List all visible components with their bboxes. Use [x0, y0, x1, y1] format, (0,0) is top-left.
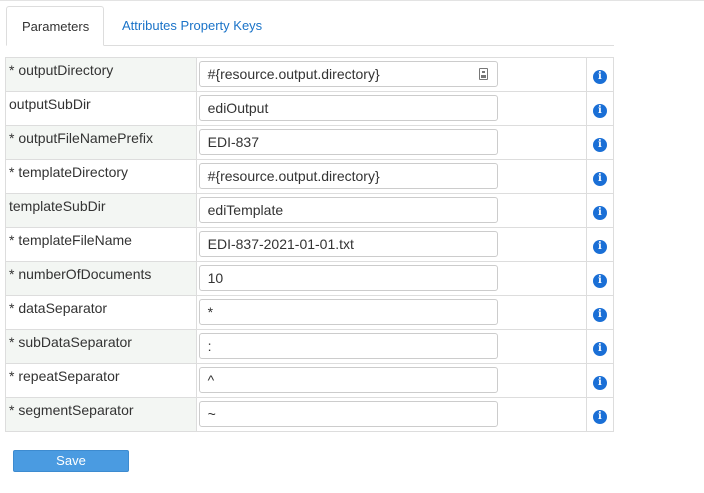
param-row-template-file-name: * templateFileName EDI-837-2021-01-01.tx…	[5, 227, 615, 262]
field-value: #{resource.output.directory}	[207, 66, 380, 82]
param-label: * templateFileName	[5, 227, 197, 262]
param-row-template-sub-dir: templateSubDir ediTemplate i	[5, 193, 615, 228]
tab-bar: Parameters Attributes Property Keys	[6, 6, 614, 46]
info-icon[interactable]: i	[592, 103, 607, 118]
output-sub-dir-input[interactable]: ediOutput	[198, 95, 498, 121]
info-icon[interactable]: i	[592, 375, 607, 390]
param-row-template-directory: * templateDirectory #{resource.output.di…	[5, 159, 615, 194]
info-icon[interactable]: i	[592, 273, 607, 288]
param-row-segment-separator: * segmentSeparator ~ i	[5, 397, 615, 432]
param-label: * outputDirectory	[5, 57, 197, 92]
param-label: * templateDirectory	[5, 159, 197, 194]
param-label: templateSubDir	[5, 193, 197, 228]
param-label: * repeatSeparator	[5, 363, 197, 398]
param-row-output-sub-dir: outputSubDir ediOutput i	[5, 91, 615, 126]
info-icon[interactable]: i	[592, 69, 607, 84]
template-file-name-input[interactable]: EDI-837-2021-01-01.txt	[198, 231, 498, 257]
info-icon[interactable]: i	[592, 341, 607, 356]
param-label: * subDataSeparator	[5, 329, 197, 364]
param-label: * segmentSeparator	[5, 397, 197, 432]
info-icon[interactable]: i	[592, 239, 607, 254]
info-icon[interactable]: i	[592, 171, 607, 186]
param-label: * numberOfDocuments	[5, 261, 197, 296]
output-file-name-prefix-input[interactable]: EDI-837	[198, 129, 498, 155]
param-row-repeat-separator: * repeatSeparator ^ i	[5, 363, 615, 398]
param-row-output-file-name-prefix: * outputFileNamePrefix EDI-837 i	[5, 125, 615, 160]
info-icon[interactable]: i	[592, 205, 607, 220]
data-separator-input[interactable]: *	[198, 299, 498, 325]
info-icon[interactable]: i	[592, 307, 607, 322]
param-row-data-separator: * dataSeparator * i	[5, 295, 615, 330]
param-row-sub-data-separator: * subDataSeparator : i	[5, 329, 615, 364]
save-button[interactable]: Save	[13, 450, 129, 472]
resource-picker-icon[interactable]	[478, 68, 488, 80]
param-row-output-directory: * outputDirectory #{resource.output.dire…	[5, 57, 615, 92]
info-icon[interactable]: i	[592, 137, 607, 152]
tab-parameters[interactable]: Parameters	[6, 6, 104, 46]
top-divider	[0, 0, 704, 1]
info-icon[interactable]: i	[592, 409, 607, 424]
tab-attributes-property-keys[interactable]: Attributes Property Keys	[107, 6, 277, 45]
param-label: * outputFileNamePrefix	[5, 125, 197, 160]
number-of-documents-input[interactable]: 10	[198, 265, 498, 291]
param-row-number-of-documents: * numberOfDocuments 10 i	[5, 261, 615, 296]
repeat-separator-input[interactable]: ^	[198, 367, 498, 393]
template-directory-input[interactable]: #{resource.output.directory}	[198, 163, 498, 189]
param-label: outputSubDir	[5, 91, 197, 126]
segment-separator-input[interactable]: ~	[198, 401, 498, 427]
sub-data-separator-input[interactable]: :	[198, 333, 498, 359]
param-label: * dataSeparator	[5, 295, 197, 330]
parameters-table: * outputDirectory #{resource.output.dire…	[5, 57, 615, 432]
template-sub-dir-input[interactable]: ediTemplate	[198, 197, 498, 223]
output-directory-input[interactable]: #{resource.output.directory}	[198, 61, 498, 87]
